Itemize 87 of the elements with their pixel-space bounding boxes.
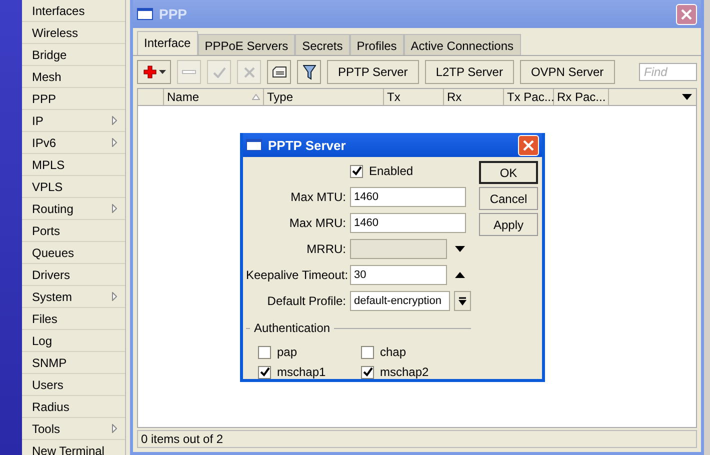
column-header[interactable]: Tx bbox=[384, 89, 444, 105]
down-arrow-icon bbox=[455, 246, 465, 252]
checkbox[interactable]: Enabled bbox=[350, 164, 414, 178]
minus-icon bbox=[182, 70, 196, 74]
sidebar-item[interactable]: Drivers bbox=[22, 264, 125, 286]
dropdown-icon bbox=[458, 296, 467, 306]
sidebar-item[interactable]: Queues bbox=[22, 242, 125, 264]
sidebar-item[interactable]: VPLS bbox=[22, 176, 125, 198]
status-bar: 0 items out of 2 bbox=[137, 430, 697, 448]
filter-icon bbox=[302, 64, 316, 80]
sort-icon bbox=[252, 94, 260, 100]
select-field[interactable]: default-encryption bbox=[350, 291, 450, 311]
field-label: Max MTU: bbox=[290, 190, 346, 204]
cross-icon bbox=[244, 66, 254, 78]
sidebar-item[interactable]: Wireless bbox=[22, 22, 125, 44]
sidebar-item[interactable]: Tools bbox=[22, 418, 125, 440]
sidebar-item[interactable]: Log bbox=[22, 330, 125, 352]
column-header[interactable]: Rx bbox=[444, 89, 504, 105]
dialog-button[interactable]: Apply bbox=[479, 213, 538, 236]
dialog-button[interactable]: OK bbox=[479, 161, 538, 184]
sidebar-item[interactable]: Interfaces bbox=[22, 0, 125, 22]
group-label: Authentication bbox=[254, 321, 330, 335]
tab[interactable]: Secrets bbox=[295, 34, 350, 55]
close-button[interactable] bbox=[676, 4, 697, 24]
sidebar-item[interactable]: System bbox=[22, 286, 125, 308]
tab[interactable]: Interface bbox=[137, 31, 198, 55]
tab[interactable]: Active Connections bbox=[404, 34, 521, 55]
submenu-arrow-icon bbox=[112, 116, 117, 125]
submenu-arrow-icon bbox=[112, 424, 117, 433]
field-label: Default Profile: bbox=[266, 294, 346, 308]
find-field[interactable]: Find bbox=[639, 63, 697, 81]
add-button[interactable] bbox=[137, 60, 171, 84]
check-icon bbox=[212, 66, 226, 78]
dropdown-icon[interactable] bbox=[682, 94, 692, 100]
sidebar-item[interactable]: Mesh bbox=[22, 66, 125, 88]
field-label: Keepalive Timeout: bbox=[246, 268, 346, 282]
comment-button[interactable] bbox=[267, 60, 291, 84]
column-header[interactable]: Tx Pac... bbox=[504, 89, 554, 105]
text-field[interactable]: 1460 bbox=[350, 213, 466, 233]
tab[interactable]: PPPoE Servers bbox=[198, 34, 296, 55]
column-header[interactable]: Rx Pac... bbox=[554, 89, 609, 105]
sidebar-item[interactable]: Users bbox=[22, 374, 125, 396]
window-title: PPP bbox=[159, 6, 188, 22]
checkbox[interactable]: mschap2 bbox=[361, 365, 461, 379]
check-icon bbox=[352, 166, 362, 176]
checkbox[interactable]: pap bbox=[258, 345, 361, 359]
submenu-arrow-icon bbox=[112, 204, 117, 213]
check-icon bbox=[260, 367, 270, 377]
dialog-button[interactable]: Cancel bbox=[479, 187, 538, 210]
dialog-title: PPTP Server bbox=[268, 138, 347, 152]
sidebar-item[interactable]: New Terminal bbox=[22, 440, 125, 455]
plus-icon bbox=[142, 65, 156, 79]
window-icon bbox=[246, 139, 262, 151]
server-button[interactable]: PPTP Server bbox=[327, 60, 419, 84]
check-icon bbox=[362, 367, 372, 377]
note-icon bbox=[272, 66, 286, 78]
dropdown-button[interactable] bbox=[454, 291, 471, 311]
sidebar-item[interactable]: MPLS bbox=[22, 154, 125, 176]
close-button[interactable] bbox=[518, 134, 539, 156]
server-button[interactable]: L2TP Server bbox=[424, 60, 514, 84]
filter-button[interactable] bbox=[297, 60, 321, 84]
caret-icon bbox=[158, 70, 166, 74]
checkbox[interactable]: mschap1 bbox=[258, 365, 361, 379]
sidebar-item[interactable]: IP bbox=[22, 110, 125, 132]
text-field[interactable]: 1460 bbox=[350, 187, 466, 207]
sidebar-item[interactable]: Files bbox=[22, 308, 125, 330]
column-header[interactable]: Name bbox=[164, 89, 264, 105]
column-header[interactable]: Type bbox=[264, 89, 384, 105]
submenu-arrow-icon bbox=[112, 138, 117, 147]
sidebar-item[interactable]: Radius bbox=[22, 396, 125, 418]
close-icon bbox=[523, 140, 534, 150]
checkbox[interactable]: chap bbox=[361, 345, 461, 359]
window-icon bbox=[137, 8, 153, 20]
submenu-arrow-icon bbox=[112, 292, 117, 301]
tab[interactable]: Profiles bbox=[350, 34, 404, 55]
up-arrow-icon bbox=[455, 272, 465, 278]
sidebar-item[interactable]: Bridge bbox=[22, 44, 125, 66]
server-button[interactable]: OVPN Server bbox=[520, 60, 615, 84]
text-field[interactable]: 30 bbox=[350, 265, 447, 285]
field-label: MRRU: bbox=[306, 242, 346, 256]
close-icon bbox=[681, 8, 692, 20]
sidebar-item[interactable]: PPP bbox=[22, 88, 125, 110]
sidebar-item[interactable]: SNMP bbox=[22, 352, 125, 374]
sidebar-item[interactable]: Ports bbox=[22, 220, 125, 242]
sidebar-item[interactable]: IPv6 bbox=[22, 132, 125, 154]
sidebar-item[interactable]: Routing bbox=[22, 198, 125, 220]
field-label: Max MRU: bbox=[288, 216, 346, 230]
